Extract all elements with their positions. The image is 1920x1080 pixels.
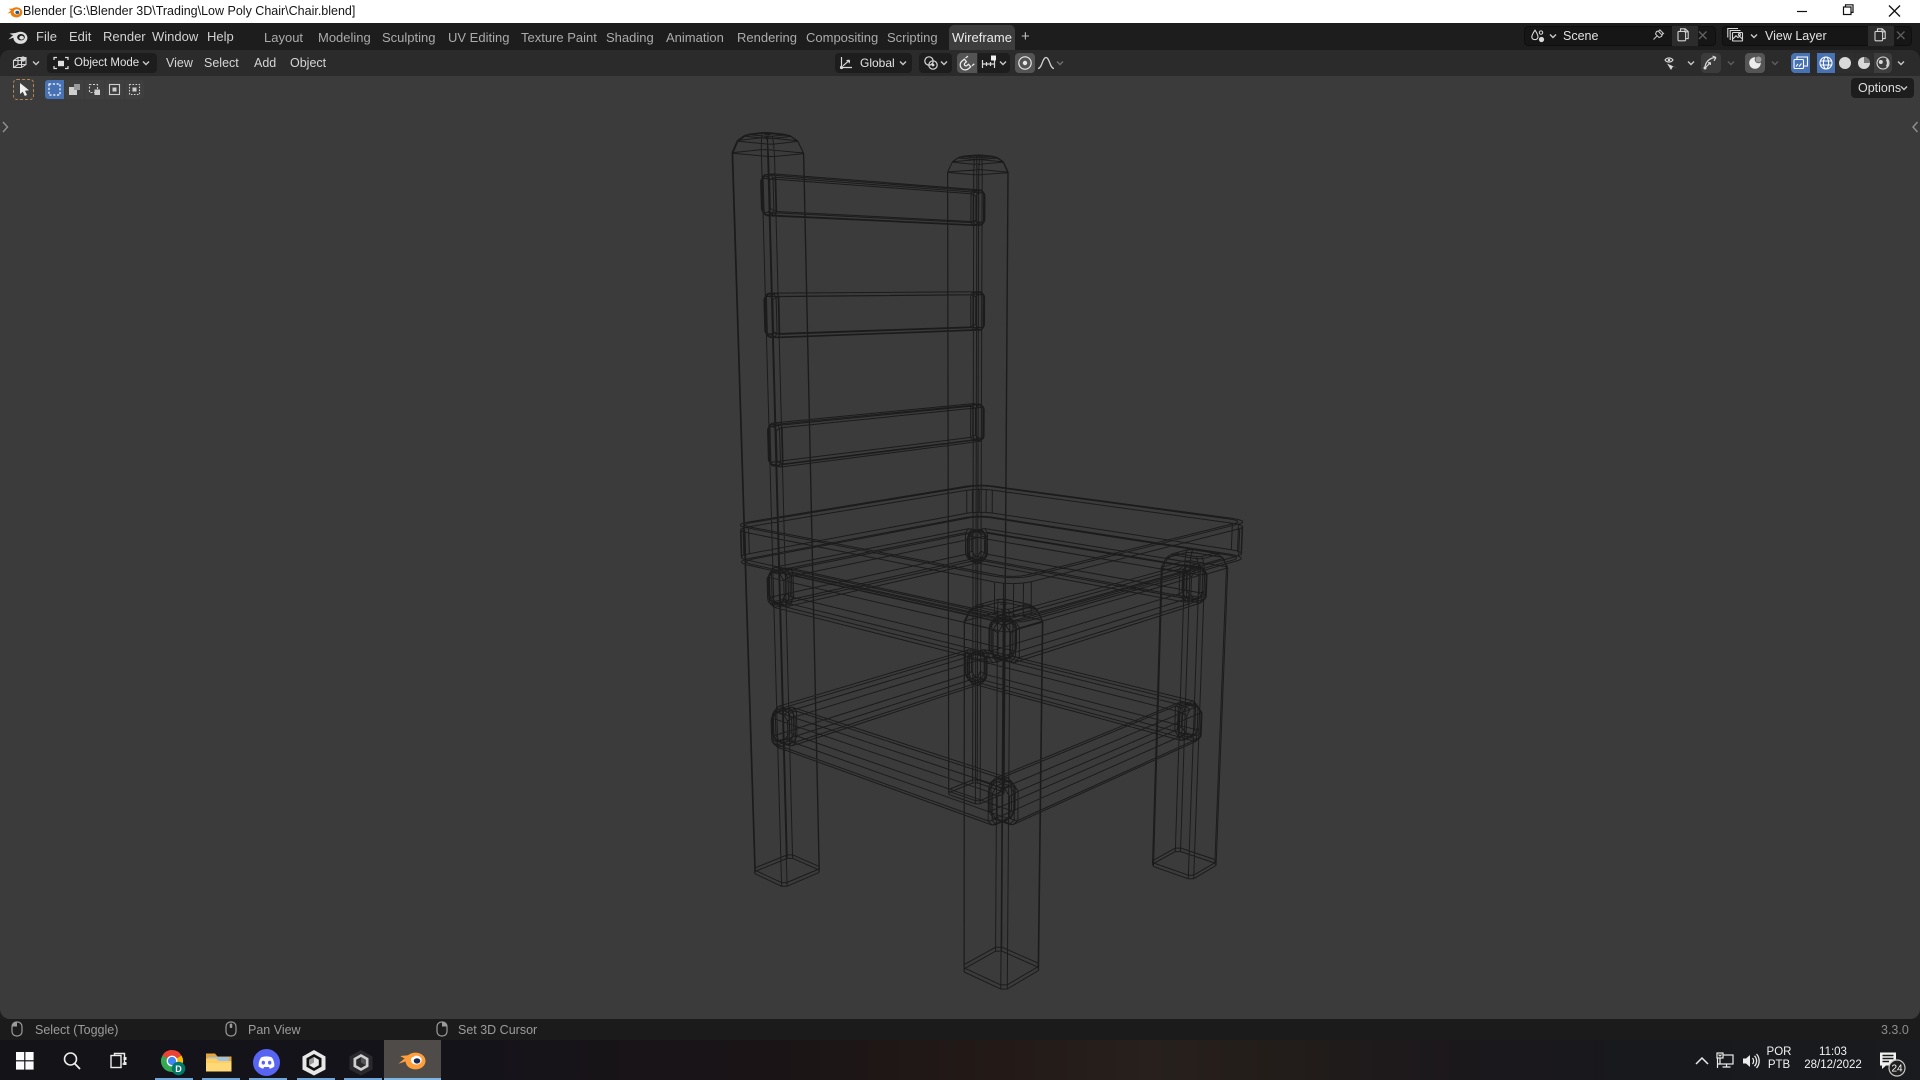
svg-text:24: 24 <box>1891 1064 1903 1075</box>
svg-text:D: D <box>175 1064 182 1074</box>
